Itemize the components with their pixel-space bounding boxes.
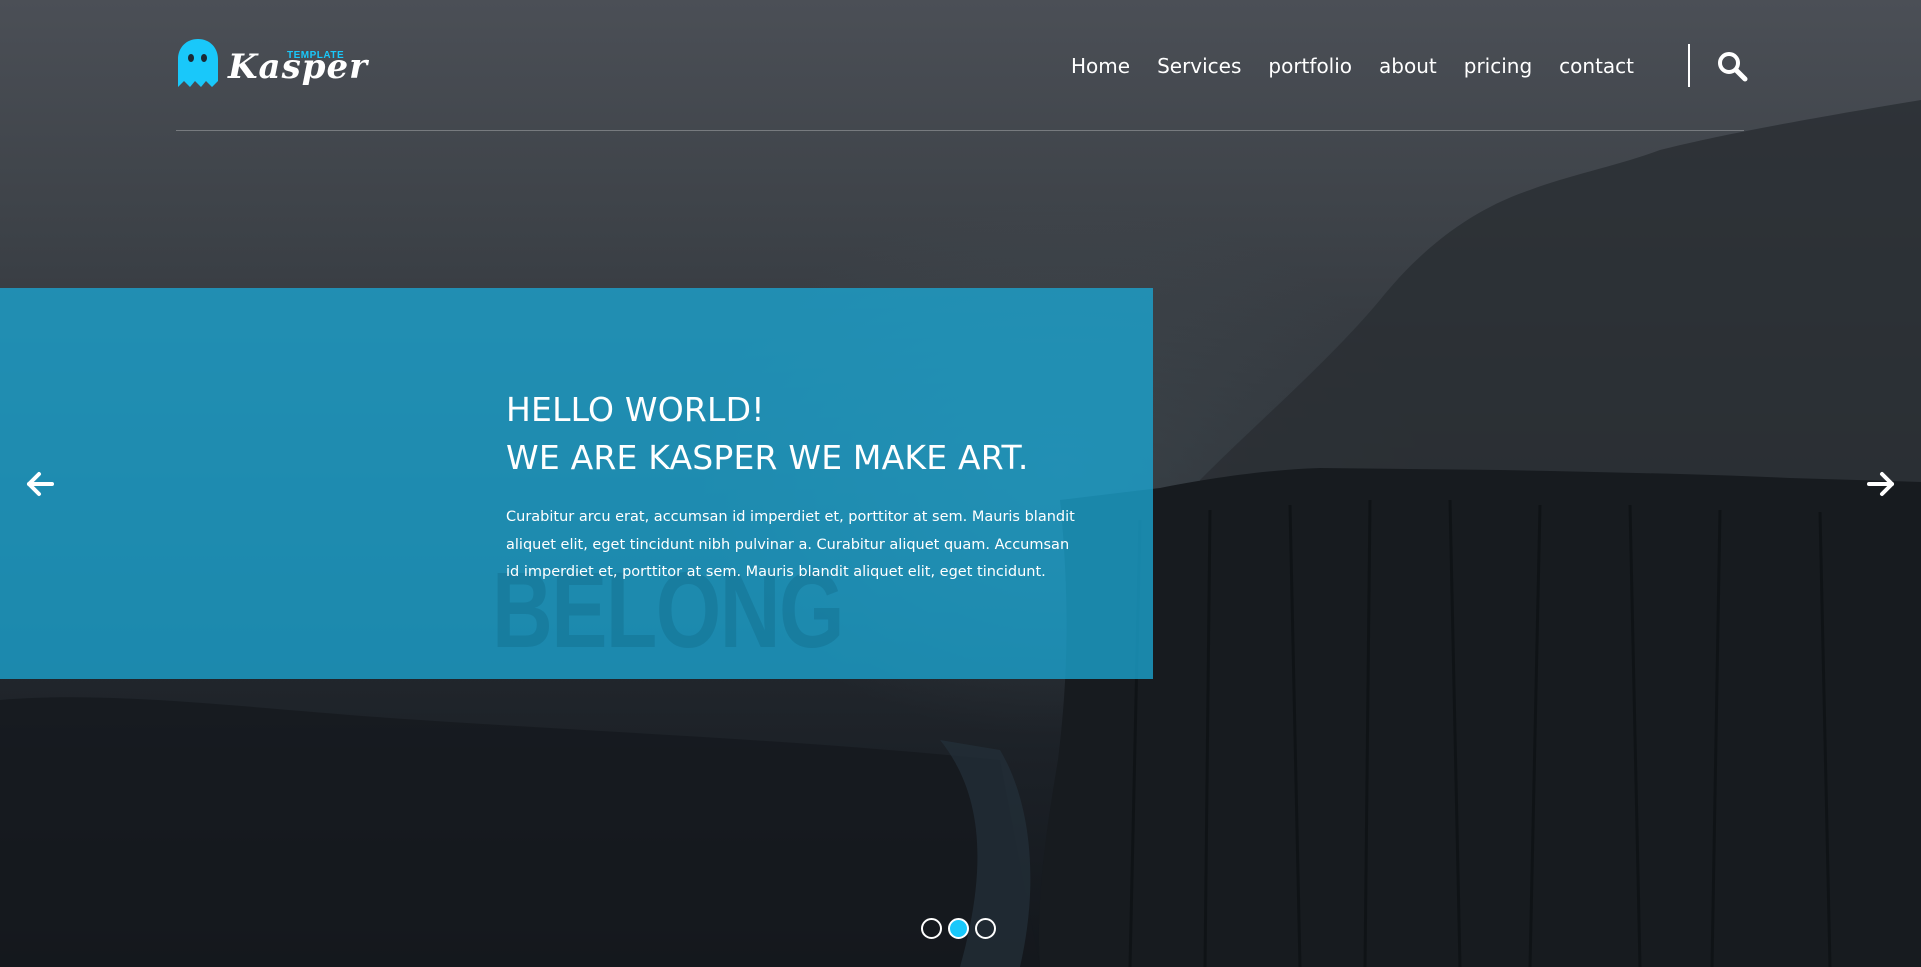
nav-portfolio[interactable]: portfolio [1268,52,1352,80]
hero-section: Kasper TEMPLATE Home Services portfolio … [0,0,1921,967]
nav-about[interactable]: about [1379,52,1437,80]
search-button[interactable] [1716,50,1748,82]
slider-bullets [921,918,1002,939]
hero-content: HELLO WORLD! WE ARE KASPER WE MAKE ART. … [506,386,1086,587]
slider-bullet-1[interactable] [921,918,942,939]
slider-bullet-3[interactable] [975,918,996,939]
brand-logo[interactable]: Kasper TEMPLATE [176,37,367,97]
hero-description: Curabitur arcu erat, accumsan id imperdi… [506,509,1075,580]
hero-title: HELLO WORLD! WE ARE KASPER WE MAKE ART. [506,386,1086,482]
slider-next-button[interactable] [1866,469,1896,499]
nav-home[interactable]: Home [1071,52,1130,80]
hero-title-line-2: WE ARE KASPER WE MAKE ART. [506,438,1029,477]
hero-title-line-1: HELLO WORLD! [506,390,765,429]
arrow-left-icon [27,472,54,496]
slider-bullet-2[interactable] [948,918,969,939]
brand-tag: TEMPLATE [287,50,345,61]
hero-text-panel: BELONG HELLO WORLD! WE ARE KASPER WE MAK… [0,288,1153,679]
ghost-logo-icon [178,39,218,87]
nav-services[interactable]: Services [1157,52,1241,80]
arrow-right-icon [1867,472,1894,496]
nav-pricing[interactable]: pricing [1464,52,1532,80]
main-nav: Home Services portfolio about pricing co… [1044,52,1634,80]
nav-divider [1688,44,1690,87]
search-icon [1718,52,1748,82]
nav-contact[interactable]: contact [1559,52,1634,80]
slider-prev-button[interactable] [25,469,55,499]
site-header: Kasper TEMPLATE Home Services portfolio … [176,0,1748,131]
